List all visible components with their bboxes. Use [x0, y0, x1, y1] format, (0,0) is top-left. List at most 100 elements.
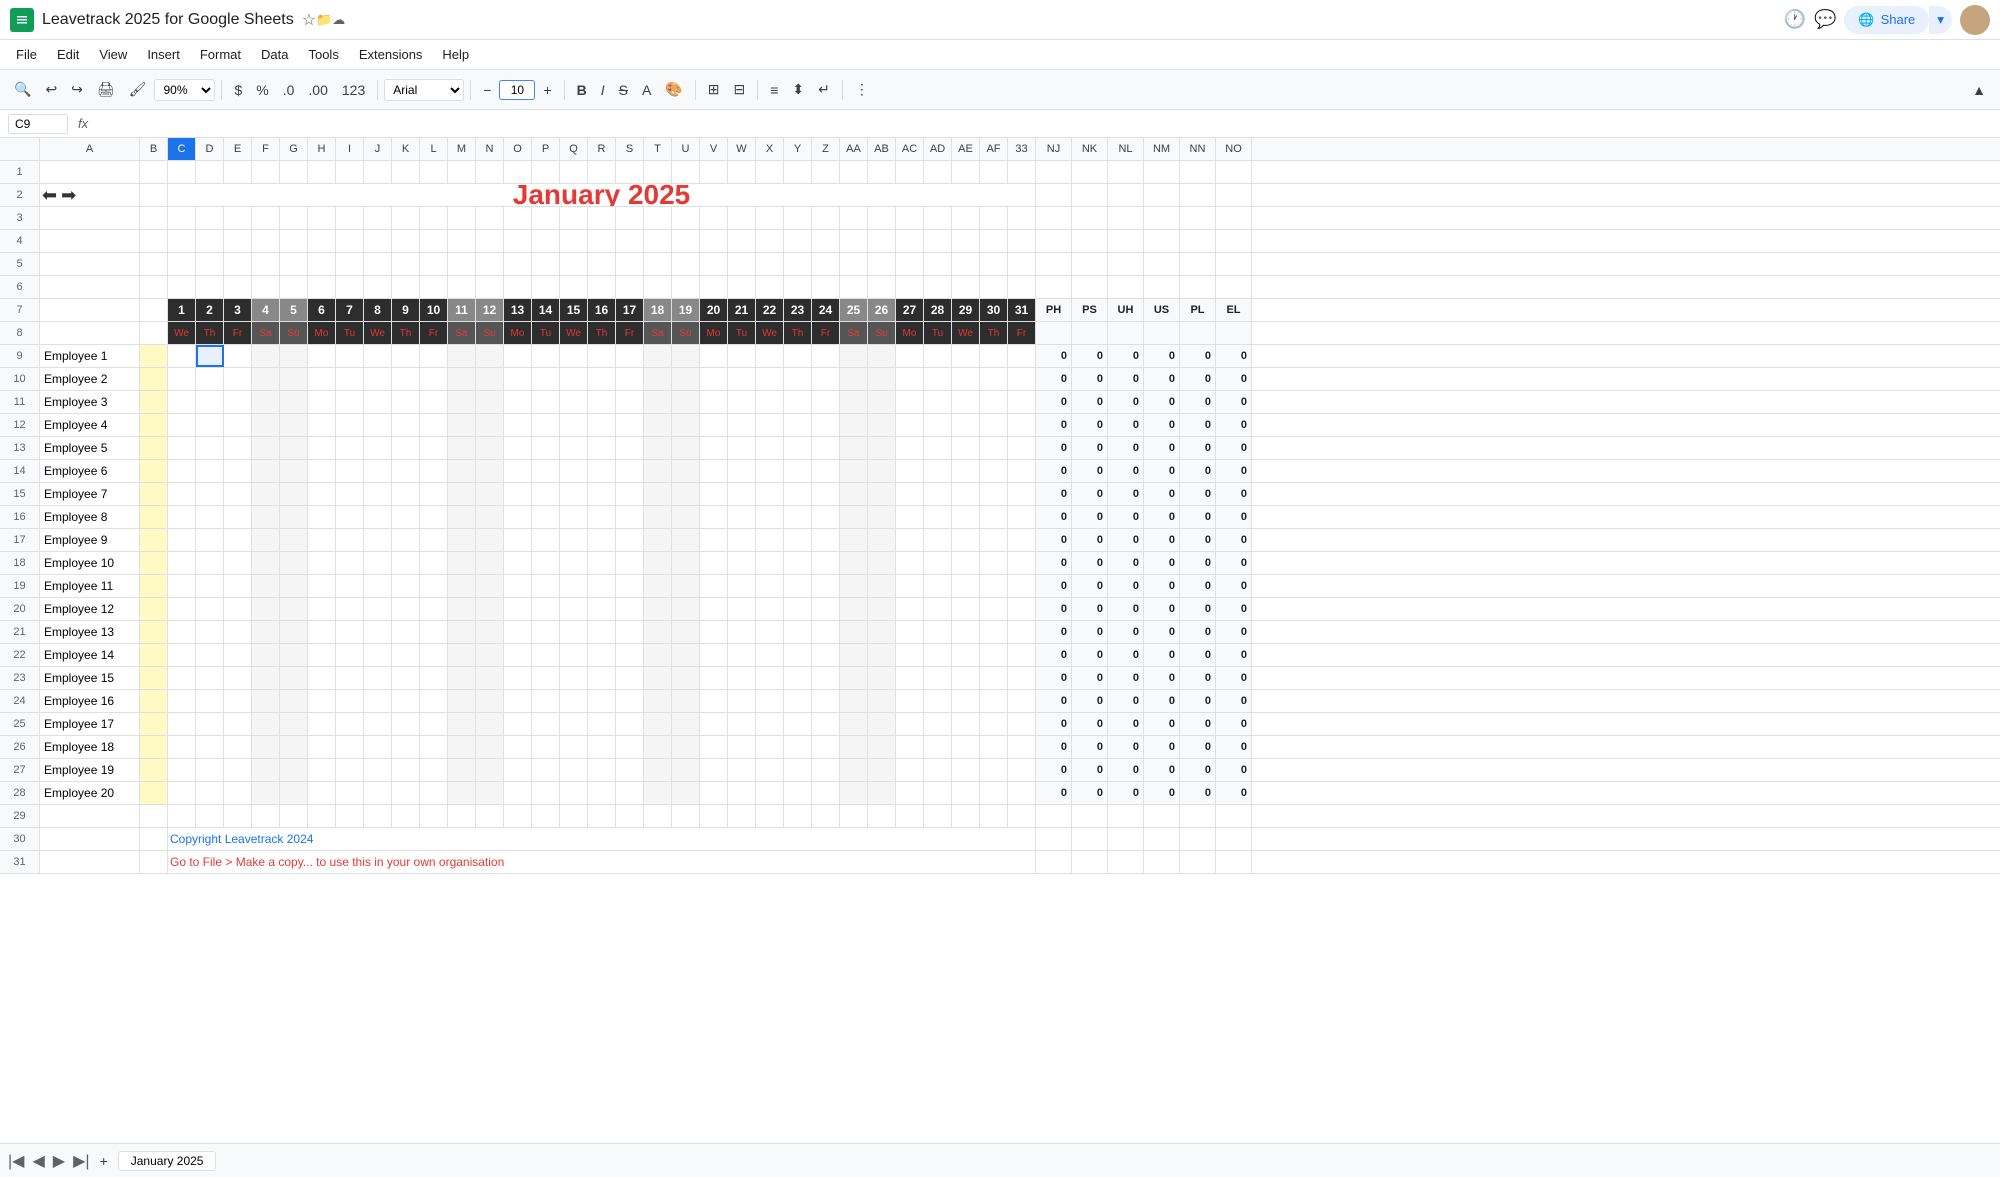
cell-24-day-26[interactable]	[896, 690, 924, 712]
cell-4-day-13[interactable]	[532, 230, 560, 252]
cell-12-day-20[interactable]	[728, 414, 756, 436]
strikethrough-button[interactable]: S	[613, 79, 634, 101]
cell-1-day-19[interactable]	[700, 161, 728, 183]
cell-17-day-1[interactable]	[196, 529, 224, 551]
cell-18-day-7[interactable]	[364, 552, 392, 574]
cell-17-day-11[interactable]	[476, 529, 504, 551]
cell-17-day-3[interactable]	[252, 529, 280, 551]
cell-5-day-12[interactable]	[504, 253, 532, 275]
cell-5-day-11[interactable]	[476, 253, 504, 275]
cell-20-day-26[interactable]	[896, 598, 924, 620]
cell-3-day-25[interactable]	[868, 207, 896, 229]
cell-20-day-20[interactable]	[728, 598, 756, 620]
cell-25-day-14[interactable]	[560, 713, 588, 735]
cell-11-day-2[interactable]	[224, 391, 252, 413]
cell-10-day-20[interactable]	[728, 368, 756, 390]
sum-cell-23-2[interactable]: 0	[1108, 667, 1144, 689]
cell-20-day-25[interactable]	[868, 598, 896, 620]
cell-21-day-8[interactable]	[392, 621, 420, 643]
cell-25-day-20[interactable]	[728, 713, 756, 735]
sum-cell-15-1[interactable]: 0	[1072, 483, 1108, 505]
cell-13-day-15[interactable]	[588, 437, 616, 459]
cell-17-day-5[interactable]	[308, 529, 336, 551]
day-num-8[interactable]: 8	[364, 299, 392, 321]
cell-13-day-0[interactable]	[168, 437, 196, 459]
cell-19-day-4[interactable]	[280, 575, 308, 597]
sum-cell-19-3[interactable]: 0	[1144, 575, 1180, 597]
sum-cell-13-1[interactable]: 0	[1072, 437, 1108, 459]
cell-19-day-20[interactable]	[728, 575, 756, 597]
cell-16-day-25[interactable]	[868, 506, 896, 528]
day-num-4[interactable]: 4	[252, 299, 280, 321]
cell-3-day-14[interactable]	[560, 207, 588, 229]
cell-23-day-14[interactable]	[560, 667, 588, 689]
cell-21-day-3[interactable]	[252, 621, 280, 643]
cell-31-sum-0[interactable]	[1036, 851, 1072, 873]
cell-12-day-19[interactable]	[700, 414, 728, 436]
cell-5-sum-0[interactable]	[1036, 253, 1072, 275]
cell-13-day-7[interactable]	[364, 437, 392, 459]
cell-23-day-29[interactable]	[980, 667, 1008, 689]
col-header-day-16[interactable]: R	[588, 138, 616, 160]
cell-12-day-24[interactable]	[840, 414, 868, 436]
cell-22-day-15[interactable]	[588, 644, 616, 666]
cell-28-day-22[interactable]	[784, 782, 812, 804]
sum-cell-17-1[interactable]: 0	[1072, 529, 1108, 551]
sum-cell-15-3[interactable]: 0	[1144, 483, 1180, 505]
cell-17-day-8[interactable]	[392, 529, 420, 551]
cell-19-day-23[interactable]	[812, 575, 840, 597]
menu-insert[interactable]: Insert	[139, 45, 188, 64]
day-name-15[interactable]: Th	[588, 322, 616, 344]
cell-21-B[interactable]	[140, 621, 168, 643]
sum-cell-28-2[interactable]: 0	[1108, 782, 1144, 804]
cell-4-A[interactable]	[40, 230, 140, 252]
sum-cell-10-1[interactable]: 0	[1072, 368, 1108, 390]
cell-11-day-13[interactable]	[532, 391, 560, 413]
cell-6-day-6[interactable]	[336, 276, 364, 298]
sum-cell-15-0[interactable]: 0	[1036, 483, 1072, 505]
cell-6-day-18[interactable]	[672, 276, 700, 298]
cell-5-day-2[interactable]	[224, 253, 252, 275]
sum-cell-10-4[interactable]: 0	[1180, 368, 1216, 390]
cell-13-day-13[interactable]	[532, 437, 560, 459]
currency-button[interactable]: $	[228, 79, 248, 101]
sum-cell-26-4[interactable]: 0	[1180, 736, 1216, 758]
formula-input[interactable]	[94, 116, 1992, 131]
cell-25-day-18[interactable]	[672, 713, 700, 735]
cell-15-day-30[interactable]	[1008, 483, 1036, 505]
cell-24-day-14[interactable]	[560, 690, 588, 712]
cell-13-day-29[interactable]	[980, 437, 1008, 459]
cell-28-day-20[interactable]	[728, 782, 756, 804]
day-num-27[interactable]: 27	[896, 299, 924, 321]
cell-4-sum-5[interactable]	[1216, 230, 1252, 252]
cell-17-day-22[interactable]	[784, 529, 812, 551]
cell-17-day-24[interactable]	[840, 529, 868, 551]
cell-18-B[interactable]	[140, 552, 168, 574]
cell-10-day-10[interactable]	[448, 368, 476, 390]
cell-21-day-27[interactable]	[924, 621, 952, 643]
cell-25-day-15[interactable]	[588, 713, 616, 735]
sum-cell-22-3[interactable]: 0	[1144, 644, 1180, 666]
cell-22-day-10[interactable]	[448, 644, 476, 666]
cell-11-day-19[interactable]	[700, 391, 728, 413]
employee-cell-24[interactable]: Employee 16	[40, 690, 140, 712]
cell-1-day-2[interactable]	[224, 161, 252, 183]
cell-23-day-28[interactable]	[952, 667, 980, 689]
cell-1-day-17[interactable]	[644, 161, 672, 183]
day-num-15[interactable]: 15	[560, 299, 588, 321]
cell-19-day-9[interactable]	[420, 575, 448, 597]
cell-5-day-8[interactable]	[392, 253, 420, 275]
col-header-B[interactable]: B	[140, 138, 168, 160]
day-name-18[interactable]: Su	[672, 322, 700, 344]
sum-cell-10-3[interactable]: 0	[1144, 368, 1180, 390]
cell-25-day-17[interactable]	[644, 713, 672, 735]
cell-4-day-30[interactable]	[1008, 230, 1036, 252]
cell-30-sum-4[interactable]	[1180, 828, 1216, 850]
col-header-day-15[interactable]: Q	[560, 138, 588, 160]
cell-13-day-6[interactable]	[336, 437, 364, 459]
cell-11-day-26[interactable]	[896, 391, 924, 413]
sum-cell-9-2[interactable]: 0	[1108, 345, 1144, 367]
cell-1-day-5[interactable]	[308, 161, 336, 183]
cell-12-day-21[interactable]	[756, 414, 784, 436]
cell-21-day-23[interactable]	[812, 621, 840, 643]
